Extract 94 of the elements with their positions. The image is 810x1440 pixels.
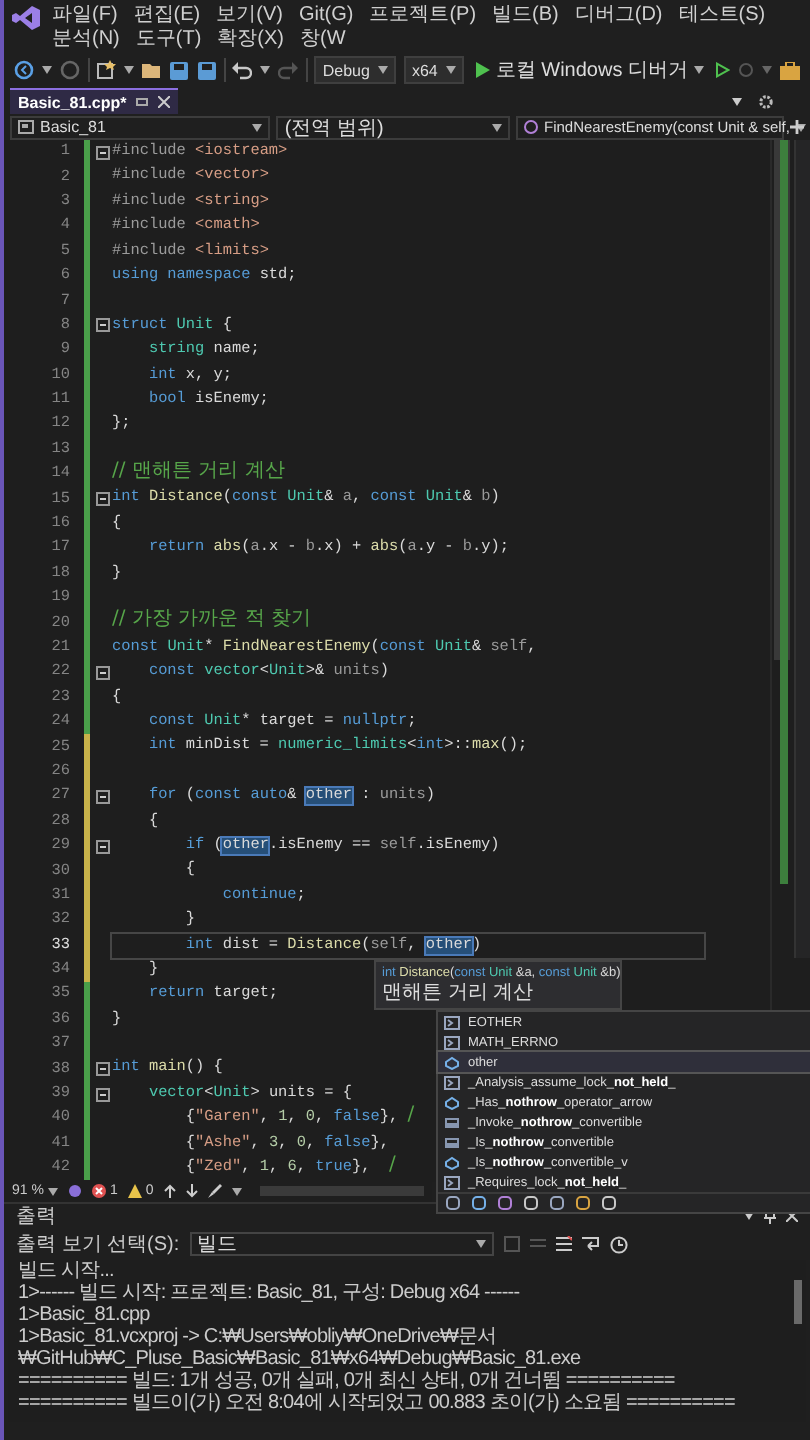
fold-icon[interactable]	[96, 145, 110, 160]
caret-icon	[795, 123, 806, 131]
project-dropdown[interactable]: Basic_81	[10, 115, 271, 139]
start-debugging-button[interactable]: 로컬 Windows 디버거	[471, 56, 708, 84]
output-source-label: 출력 보기 선택(S):	[16, 1232, 180, 1259]
up-arrow-icon[interactable]	[163, 1184, 176, 1199]
clock-icon[interactable]	[609, 1235, 628, 1254]
undo-icon[interactable]	[232, 61, 253, 79]
variable-icon	[444, 1095, 460, 1109]
caret-icon	[377, 66, 388, 74]
caret-icon	[252, 123, 263, 131]
variable-icon	[444, 1055, 460, 1069]
fold-icon[interactable]	[96, 1087, 110, 1102]
menu-item[interactable]: 파일(F)	[52, 4, 118, 26]
horizontal-scroll-bar[interactable]	[259, 1186, 424, 1197]
app-logo-icon	[12, 4, 40, 32]
scope-dropdown[interactable]: (전역 범위)	[276, 115, 510, 139]
member-filter-icon[interactable]	[524, 1196, 538, 1210]
menu-item[interactable]: Git(G)	[298, 4, 354, 26]
struct-filter-icon[interactable]	[576, 1196, 590, 1210]
output-line: 빌드 시작...	[18, 1259, 116, 1282]
code-line: // 맨해튼 거리 계산	[112, 462, 287, 487]
caret-icon	[260, 66, 271, 74]
namespace-filter-icon[interactable]	[446, 1196, 460, 1210]
brush-icon[interactable]	[207, 1184, 222, 1199]
code-line: // 가장 가까운 적 찾기	[112, 610, 313, 635]
file-tab[interactable]: Basic_81.cpp*	[10, 88, 179, 114]
project-icon	[18, 120, 34, 134]
caret-icon	[475, 1240, 486, 1249]
error-icon	[91, 1184, 106, 1199]
template-icon	[444, 1115, 460, 1129]
output-line: ========== 빌드이(가) 오전 8:04에 시작되었고 00.883 초이(가) 소요됨 ==========	[18, 1391, 737, 1414]
clear-all-icon[interactable]	[555, 1236, 572, 1253]
menu-item[interactable]: 프로젝트(P)	[369, 4, 477, 26]
menu-item[interactable]: 도구(T)	[135, 28, 202, 50]
output-line: ========== 빌드: 1개 성공, 0개 실패, 0개 최신 상태, 0개 건너뜀 ==========	[18, 1369, 677, 1392]
menu-item[interactable]: 편집(E)	[133, 4, 201, 26]
close-icon[interactable]	[158, 96, 171, 108]
template-icon	[444, 1135, 460, 1149]
function-icon	[524, 120, 538, 134]
menu-item[interactable]: 디버그(D)	[574, 4, 663, 26]
platform-dropdown[interactable]: x64	[403, 56, 464, 84]
caret-icon	[693, 66, 704, 74]
close-icon[interactable]	[786, 1210, 798, 1223]
output-line: 1>Basic_81.cpp	[18, 1303, 152, 1326]
menu-item[interactable]: 확장(X)	[217, 28, 285, 50]
save-all-icon[interactable]	[196, 60, 217, 80]
menu-item[interactable]: 빌드(B)	[492, 4, 559, 26]
settings-icon[interactable]	[758, 93, 774, 109]
pin-icon	[136, 96, 149, 108]
toolbox-icon[interactable]	[779, 61, 800, 79]
fold-icon[interactable]	[96, 492, 110, 507]
down-arrow-icon[interactable]	[185, 1184, 198, 1199]
caret-icon	[231, 1187, 242, 1196]
caret-icon	[42, 66, 52, 74]
fold-icon[interactable]	[96, 1062, 110, 1077]
caret-icon	[445, 66, 456, 74]
word-wrap-icon[interactable]	[581, 1236, 600, 1253]
menu-item[interactable]: 창(W	[300, 28, 346, 50]
macro-icon	[444, 1035, 460, 1049]
caret-icon	[761, 66, 772, 74]
play-icon	[475, 62, 490, 78]
save-icon[interactable]	[170, 61, 189, 79]
panel-title: 출력	[16, 1204, 56, 1231]
configuration-dropdown[interactable]: Debug	[314, 56, 396, 84]
new-item-icon[interactable]	[96, 60, 117, 80]
fold-icon[interactable]	[96, 665, 110, 680]
caret-icon	[47, 1187, 58, 1196]
caret-icon	[492, 123, 502, 131]
class-filter-icon[interactable]	[498, 1196, 512, 1210]
variable-filter-icon[interactable]	[472, 1196, 486, 1210]
menu-item[interactable]: 보기(V)	[216, 4, 283, 26]
caret-icon	[732, 97, 742, 105]
fold-icon[interactable]	[96, 789, 110, 804]
macro-icon	[444, 1075, 460, 1089]
macro-icon	[444, 1175, 460, 1189]
macro-filter-icon[interactable]	[550, 1196, 564, 1210]
fold-icon[interactable]	[96, 839, 110, 854]
function-description: 맨해튼 거리 계산	[382, 982, 536, 1007]
snippet-filter-icon[interactable]	[602, 1196, 616, 1210]
menu-item[interactable]: 분석(N)	[52, 28, 120, 50]
open-folder-icon[interactable]	[142, 61, 163, 79]
output-source-dropdown[interactable]: 빌드	[189, 1232, 494, 1257]
menu-item[interactable]: 테스트(S)	[678, 4, 766, 26]
pin-icon[interactable]	[764, 1209, 776, 1224]
output-line: 1>------ 빌드 시작: 프로젝트: Basic_81, 구성: Debug x64 ------	[18, 1281, 522, 1304]
start-without-debugging-icon[interactable]	[715, 62, 730, 78]
add-icon[interactable]	[790, 120, 804, 134]
fold-icon[interactable]	[96, 318, 110, 333]
macro-icon	[444, 1015, 460, 1029]
output-line: 1>Basic_81.vcxproj -> C:₩Users₩obliy₩OneDrive₩문서₩GitHub₩C_Pluse_Basic₩Basic_81₩x64₩Debug₩Basic_81.exe	[18, 1325, 583, 1370]
caret-icon	[124, 66, 135, 74]
back-icon[interactable]	[14, 60, 34, 80]
variable-icon	[444, 1155, 460, 1169]
